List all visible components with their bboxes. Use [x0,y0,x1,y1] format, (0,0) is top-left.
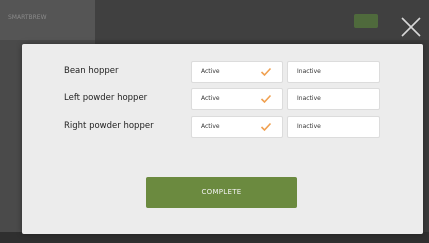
active-option[interactable]: Active [191,61,283,83]
hopper-row-bean: Bean hopper Active Inactive [22,61,423,83]
checkmark-icon [260,122,272,132]
checkmark-icon [260,67,272,77]
hopper-row-right-powder: Right powder hopper Active Inactive [22,116,423,138]
active-option-label: Active [201,123,220,130]
complete-button-label: COMPLETE [201,188,242,196]
close-button[interactable] [400,16,422,38]
hopper-row-label: Bean hopper [64,66,119,76]
complete-button[interactable]: COMPLETE [146,177,297,208]
inactive-option-label: Inactive [297,123,321,130]
background-status-chip [354,14,378,28]
inactive-option-label: Inactive [297,95,321,102]
background-header: SMARTBREW [0,0,95,40]
active-option[interactable]: Active [191,116,283,138]
screen: SMARTBREW Bean hopper Active Inactive Le… [0,0,429,243]
active-option-label: Active [201,68,220,75]
active-option[interactable]: Active [191,88,283,110]
active-option-label: Active [201,95,220,102]
hopper-row-label: Left powder hopper [64,93,148,103]
inactive-option[interactable]: Inactive [287,88,380,110]
background-topbar [95,0,429,40]
hopper-row-label: Right powder hopper [64,121,154,131]
hopper-row-left-powder: Left powder hopper Active Inactive [22,88,423,110]
background-header-text: SMARTBREW [8,14,47,21]
close-icon [401,17,421,37]
inactive-option[interactable]: Inactive [287,116,380,138]
hopper-settings-dialog: Bean hopper Active Inactive Left powder … [22,44,423,234]
inactive-option[interactable]: Inactive [287,61,380,83]
checkmark-icon [260,94,272,104]
inactive-option-label: Inactive [297,68,321,75]
